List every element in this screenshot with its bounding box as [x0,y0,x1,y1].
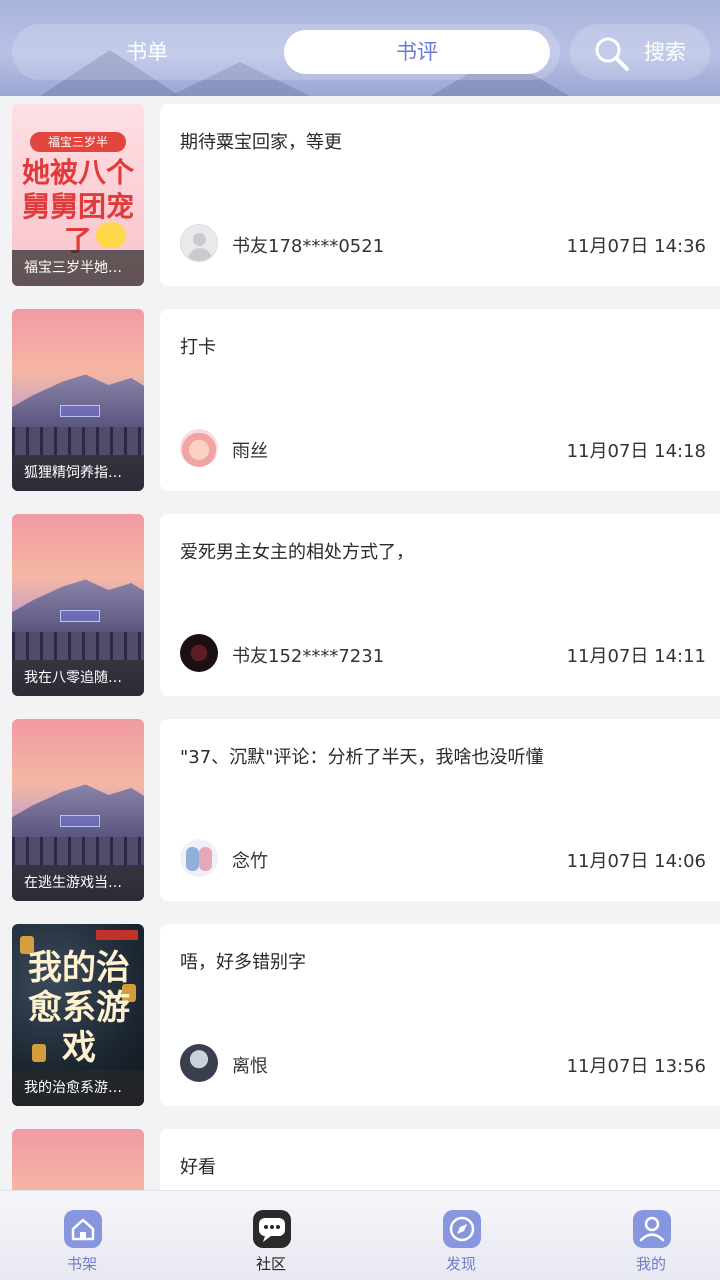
review-item: 我在八零追随… 爱死男主女主的相处方式了， 书友152****7231 11月0… [0,514,720,696]
nav-label: 社区 [255,1255,286,1273]
chat-icon [253,1210,291,1248]
avatar[interactable] [180,429,218,467]
review-text: 唔，好多错别字 [180,952,306,973]
review-item: 福宝三岁半 她被八个舅舅团宠了 福宝三岁半她… 期待粟宝回家，等更 书友178*… [0,104,720,286]
review-card[interactable]: 期待粟宝回家，等更 书友178****0521 11月07日 14:36 [160,104,720,286]
book-cover[interactable]: 我的治愈系游戏 我的治愈系游… [12,924,144,1106]
compass-icon [443,1210,481,1248]
chick-illustration [96,222,126,248]
book-title: 我在八零追随… [12,660,144,696]
avatar[interactable] [180,1044,218,1082]
search-label: 搜索 [644,40,686,64]
review-card[interactable]: "37、沉默"评论：分析了半天，我啥也没听懂 念竹 11月07日 14:06 [160,719,720,901]
top-header: 书单 书评 搜索 [0,0,720,96]
timestamp: 11月07日 14:36 [566,236,706,257]
nav-label: 我的 [635,1255,666,1273]
timestamp: 11月07日 13:56 [566,1056,706,1077]
timestamp: 11月07日 14:18 [566,441,706,462]
book-title: 我的治愈系游… [12,1070,144,1106]
review-card[interactable]: 打卡 雨丝 11月07日 14:18 [160,309,720,491]
review-card[interactable]: 爱死男主女主的相处方式了， 书友152****7231 11月07日 14:11 [160,514,720,696]
book-cover[interactable]: 在逃生游戏当… [12,719,144,901]
review-text: "37、沉默"评论：分析了半天，我啥也没听懂 [180,747,544,768]
book-title: 福宝三岁半她… [12,250,144,286]
home-icon [64,1210,102,1248]
user-icon [633,1210,671,1248]
bottom-nav: 书架 社区 发现 我的 [0,1190,720,1280]
tab-review[interactable]: 书评 [284,30,550,74]
tab-booklist[interactable]: 书单 [12,24,282,80]
avatar[interactable] [180,224,218,262]
book-cover[interactable]: 福宝三岁半 她被八个舅舅团宠了 福宝三岁半她… [12,104,144,286]
review-item: 在逃生游戏当… "37、沉默"评论：分析了半天，我啥也没听懂 念竹 11月07日… [0,719,720,901]
review-text: 期待粟宝回家，等更 [180,132,342,153]
cover-art-title: 我的治愈系游戏 [28,948,130,1068]
book-title: 狐狸精饲养指… [12,455,144,491]
username[interactable]: 念竹 [232,847,268,873]
username[interactable]: 离恨 [232,1052,268,1078]
search-button[interactable]: 搜索 [570,24,710,80]
review-item: 狐狸精饲养指… 打卡 雨丝 11月07日 14:18 [0,309,720,491]
review-text: 爱死男主女主的相处方式了， [180,542,414,563]
tab-switcher: 书单 书评 [12,24,560,80]
book-title: 在逃生游戏当… [12,865,144,901]
review-card[interactable]: 唔，好多错别字 离恨 11月07日 13:56 [160,924,720,1106]
nav-shelf[interactable]: 书架 [37,1191,127,1280]
avatar[interactable] [180,634,218,672]
username[interactable]: 书友178****0521 [232,232,384,258]
timestamp: 11月07日 14:11 [566,646,706,667]
nav-mine[interactable]: 我的 [606,1191,696,1280]
book-cover[interactable]: 狐狸精饲养指… [12,309,144,491]
search-icon [595,37,629,71]
username[interactable]: 书友152****7231 [232,642,384,668]
nav-label: 发现 [445,1255,476,1273]
avatar[interactable] [180,839,218,877]
nav-community[interactable]: 社区 [226,1191,316,1280]
nav-label: 书架 [66,1255,97,1273]
review-item: 我的治愈系游戏 我的治愈系游… 唔，好多错别字 离恨 11月07日 13:56 [0,924,720,1106]
username[interactable]: 雨丝 [232,437,268,463]
review-text: 打卡 [180,337,216,358]
review-text: 好看 [180,1157,216,1178]
book-cover[interactable]: 我在八零追随… [12,514,144,696]
nav-discover[interactable]: 发现 [416,1191,506,1280]
timestamp: 11月07日 14:06 [566,851,706,872]
cover-banner: 福宝三岁半 [30,132,126,152]
